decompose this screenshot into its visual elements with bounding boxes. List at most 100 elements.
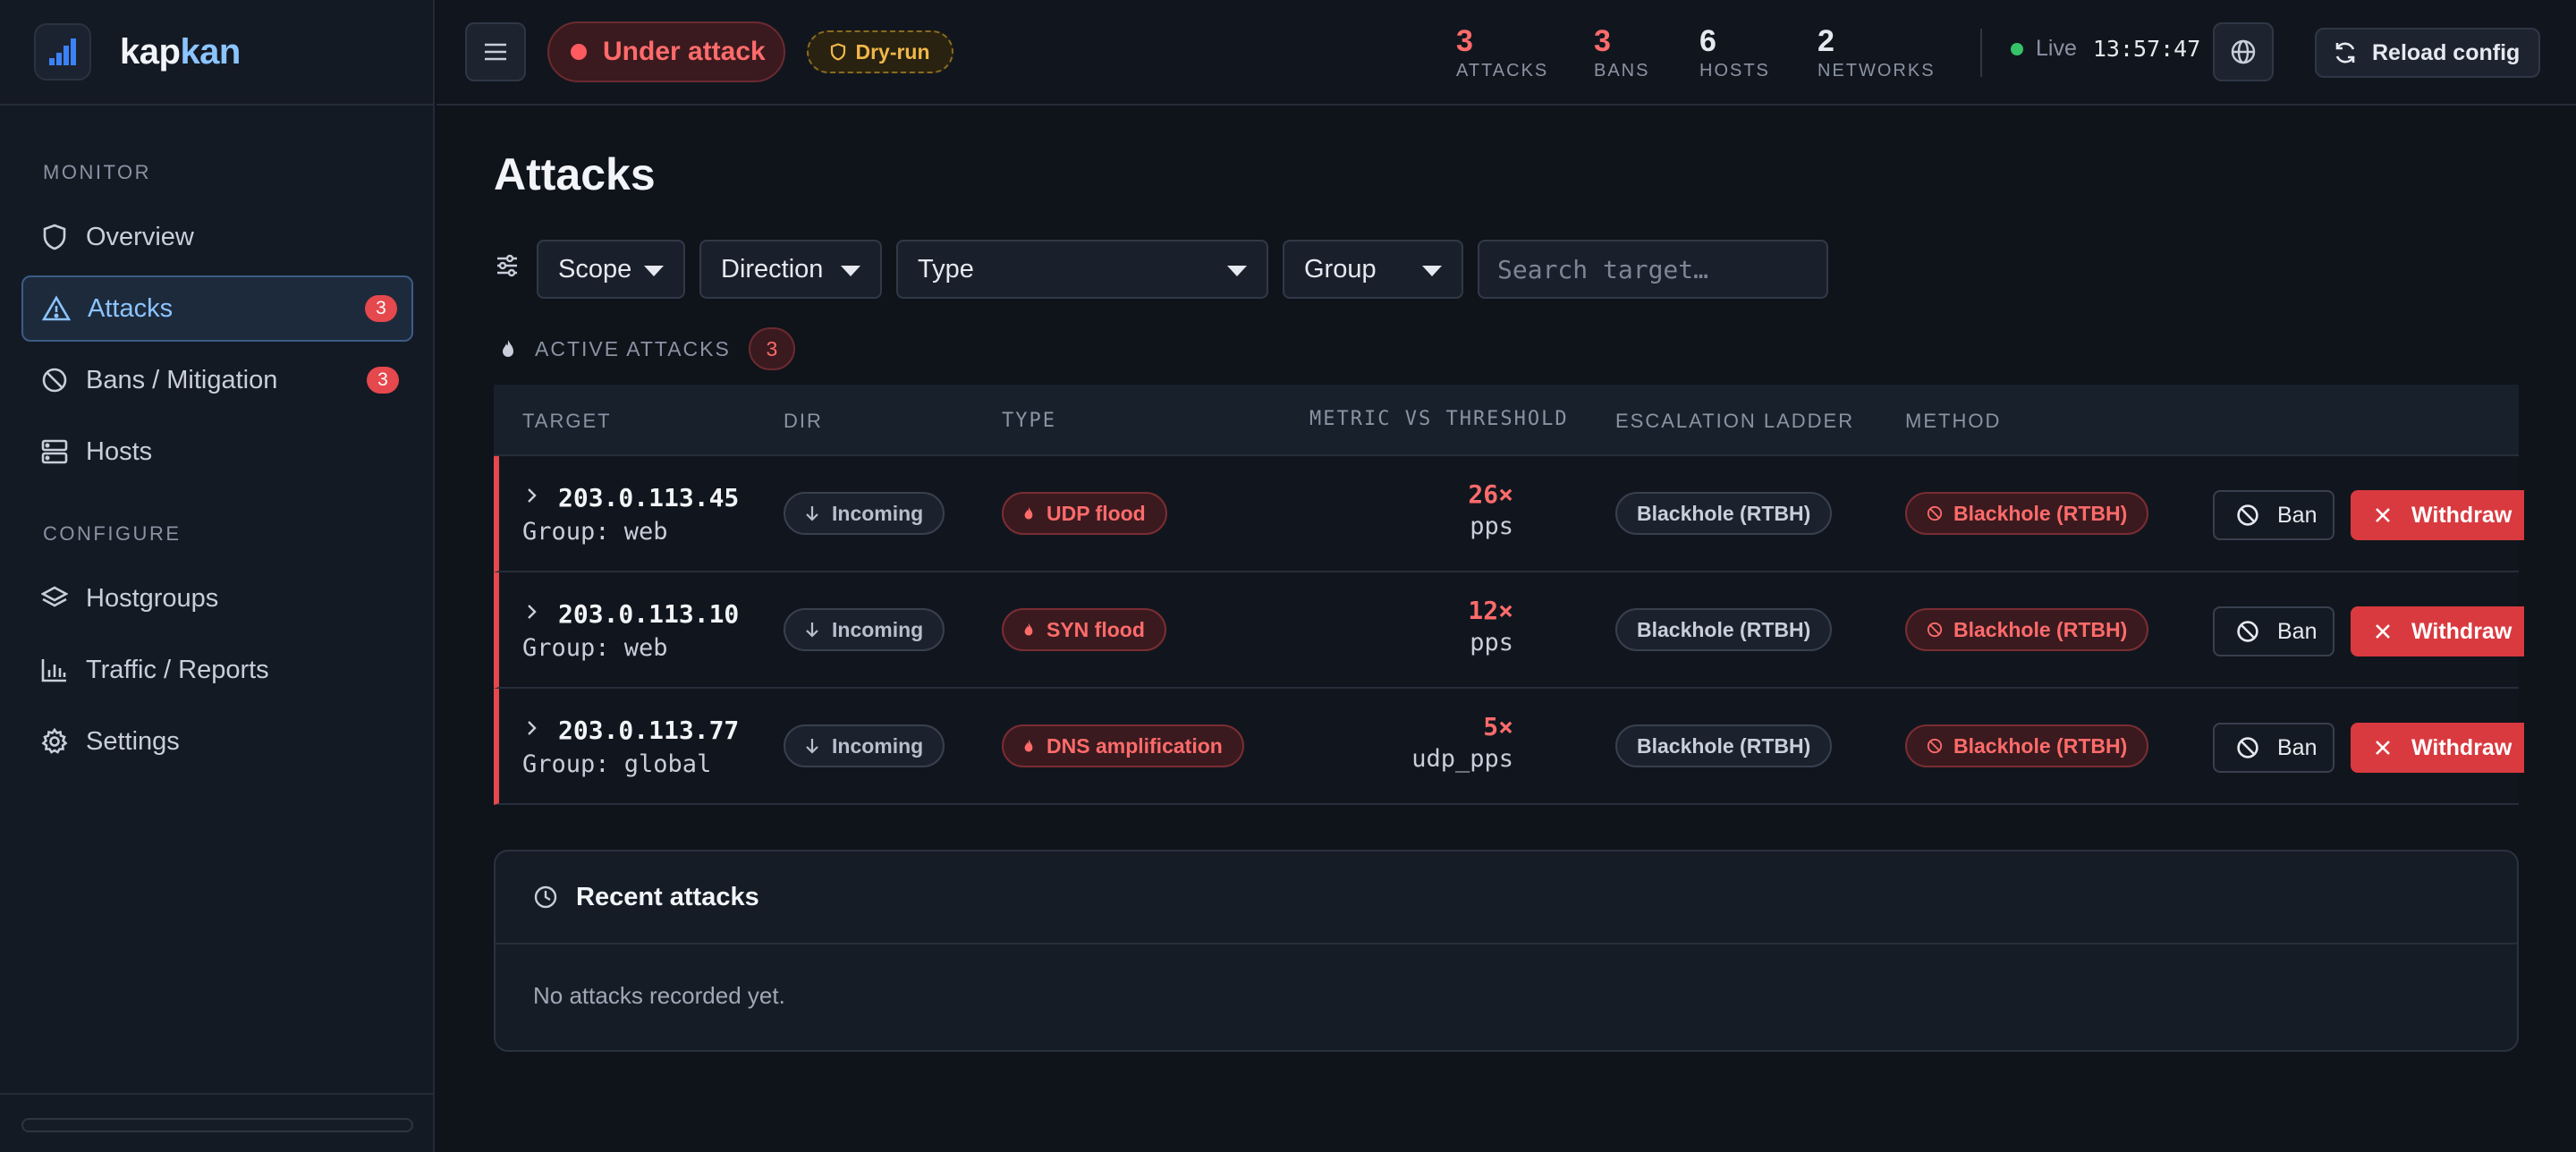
main-content: Attacks Scope Direction Type Group ACTIV… bbox=[436, 107, 2576, 1152]
attack-type-badge: DNS amplification bbox=[1002, 724, 1244, 767]
ban-icon bbox=[2237, 737, 2258, 758]
type-cell: DNS amplification bbox=[1002, 724, 1244, 767]
menu-button[interactable] bbox=[465, 22, 526, 81]
target-cell: 203.0.113.10 Group: web bbox=[522, 599, 739, 662]
close-icon bbox=[2376, 624, 2390, 639]
search-target-input[interactable] bbox=[1478, 240, 1828, 299]
stat-label: ATTACKS bbox=[1456, 61, 1549, 80]
sidebar-scrollbar[interactable] bbox=[21, 1118, 413, 1132]
method-cell: Blackhole (RTBH) bbox=[1905, 608, 2149, 651]
live-indicator: Live 13:57:47 bbox=[2011, 36, 2200, 62]
sidebar-item-hostgroups[interactable]: Hostgroups bbox=[21, 565, 413, 631]
ban-button[interactable]: Ban bbox=[2213, 606, 2334, 656]
caret-down-icon bbox=[1422, 266, 1442, 276]
shield-icon bbox=[39, 222, 70, 252]
mode-label: Dry-run bbox=[855, 39, 930, 64]
reload-config-button[interactable]: Reload config bbox=[2315, 28, 2540, 78]
direction-badge: Incoming bbox=[784, 608, 945, 651]
withdraw-label: Withdraw bbox=[2411, 734, 2512, 760]
withdraw-button[interactable]: Withdraw bbox=[2351, 723, 2524, 773]
target-group: Group: global bbox=[522, 750, 712, 778]
group-select[interactable]: Group bbox=[1283, 240, 1463, 299]
table-row[interactable]: 203.0.113.10 Group: web Incoming SYN flo… bbox=[494, 572, 2524, 689]
column-header-escalation[interactable]: ESCALATION LADDER bbox=[1615, 410, 1854, 433]
flame-icon bbox=[1024, 739, 1033, 752]
ban-label: Ban bbox=[2277, 502, 2318, 528]
kapkan-logo-icon[interactable] bbox=[34, 23, 91, 80]
attacks-count-badge: 3 bbox=[365, 295, 397, 322]
stat-networks[interactable]: 2 NETWORKS bbox=[1818, 23, 1936, 81]
recent-attacks-header: Recent attacks bbox=[496, 851, 2517, 944]
sidebar-item-bans[interactable]: Bans / Mitigation 3 bbox=[21, 347, 413, 413]
method-label: Blackhole (RTBH) bbox=[1953, 617, 2128, 641]
metric-cell: 26× pps bbox=[1317, 479, 1513, 540]
direction-badge: Incoming bbox=[784, 724, 945, 767]
live-dot-icon bbox=[2011, 42, 2023, 55]
bar-chart-icon bbox=[39, 655, 70, 685]
sidebar-item-hosts[interactable]: Hosts bbox=[21, 419, 413, 485]
close-icon bbox=[2376, 508, 2390, 522]
column-header-type[interactable]: TYPE bbox=[1002, 410, 1056, 432]
table-header: TARGET DIR TYPE METRIC VS THRESHOLD ESCA… bbox=[494, 385, 2519, 456]
scope-select-value: Scope bbox=[558, 254, 632, 284]
stat-attacks[interactable]: 3 ATTACKS bbox=[1456, 23, 1548, 81]
stat-hosts[interactable]: 6 HOSTS bbox=[1699, 23, 1770, 81]
status-under-attack-badge[interactable]: Under attack bbox=[547, 21, 785, 82]
escalation-cell: Blackhole (RTBH) bbox=[1615, 724, 1833, 767]
direction-badge: Incoming bbox=[784, 492, 945, 535]
sidebar-item-settings[interactable]: Settings bbox=[21, 708, 413, 775]
method-label: Blackhole (RTBH) bbox=[1953, 733, 2128, 758]
method-label: Blackhole (RTBH) bbox=[1953, 501, 2128, 525]
sidebar-item-label: Settings bbox=[86, 726, 180, 756]
sidebar-item-label: Attacks bbox=[88, 293, 174, 323]
target-ip: 203.0.113.45 bbox=[558, 483, 740, 512]
group-select-value: Group bbox=[1304, 254, 1377, 284]
target-ip: 203.0.113.77 bbox=[558, 716, 740, 745]
target-group: Group: web bbox=[522, 634, 668, 662]
metric-multiplier: 12× bbox=[1468, 596, 1513, 625]
direction-label: Incoming bbox=[832, 617, 924, 641]
brand-name-b: kan bbox=[180, 31, 241, 72]
attack-type-label: UDP flood bbox=[1046, 501, 1146, 525]
type-cell: SYN flood bbox=[1002, 608, 1166, 651]
metric-multiplier: 5× bbox=[1483, 712, 1513, 741]
ban-button[interactable]: Ban bbox=[2213, 723, 2334, 773]
ban-button[interactable]: Ban bbox=[2213, 490, 2334, 540]
recent-attacks-card: Recent attacks No attacks recorded yet. bbox=[494, 850, 2519, 1052]
column-header-metric[interactable]: METRIC VS THRESHOLD bbox=[1309, 408, 1569, 430]
type-select[interactable]: Type bbox=[896, 240, 1268, 299]
sidebar-item-traffic-reports[interactable]: Traffic / Reports bbox=[21, 637, 413, 703]
sidebar-item-attacks[interactable]: Attacks 3 bbox=[21, 275, 413, 342]
sidebar-item-overview[interactable]: Overview bbox=[21, 204, 413, 270]
ban-icon bbox=[39, 365, 70, 395]
table-row[interactable]: 203.0.113.45 Group: web Incoming UDP flo… bbox=[494, 456, 2524, 572]
language-button[interactable] bbox=[2213, 22, 2274, 81]
scope-select[interactable]: Scope bbox=[537, 240, 685, 299]
clock: 13:57:47 bbox=[2092, 36, 2201, 62]
metric-cell: 5× udp_pps bbox=[1317, 712, 1513, 773]
status-label: Under attack bbox=[603, 37, 766, 66]
table-row[interactable]: 203.0.113.77 Group: global Incoming DNS … bbox=[494, 689, 2524, 805]
target-ip: 203.0.113.10 bbox=[558, 599, 740, 629]
escalation-cell: Blackhole (RTBH) bbox=[1615, 608, 1833, 651]
attack-type-badge: UDP flood bbox=[1002, 492, 1167, 535]
direction-cell: Incoming bbox=[784, 608, 945, 651]
withdraw-label: Withdraw bbox=[2411, 502, 2512, 528]
recent-attacks-title: Recent attacks bbox=[576, 882, 759, 911]
direction-select[interactable]: Direction bbox=[699, 240, 882, 299]
attack-type-label: DNS amplification bbox=[1046, 733, 1223, 758]
stat-bans[interactable]: 3 BANS bbox=[1594, 23, 1649, 81]
caret-down-icon bbox=[1227, 266, 1247, 276]
column-header-target[interactable]: TARGET bbox=[522, 410, 612, 433]
type-select-value: Type bbox=[918, 254, 974, 284]
withdraw-button[interactable]: Withdraw bbox=[2351, 606, 2524, 656]
clock-icon bbox=[534, 885, 557, 909]
withdraw-button[interactable]: Withdraw bbox=[2351, 490, 2524, 540]
layers-icon bbox=[39, 583, 70, 614]
ban-label: Ban bbox=[2277, 734, 2318, 760]
escalation-badge: Blackhole (RTBH) bbox=[1615, 724, 1833, 767]
reload-config-label: Reload config bbox=[2372, 39, 2521, 65]
column-header-dir[interactable]: DIR bbox=[784, 410, 823, 433]
direction-cell: Incoming bbox=[784, 492, 945, 535]
column-header-method[interactable]: METHOD bbox=[1905, 410, 2001, 433]
